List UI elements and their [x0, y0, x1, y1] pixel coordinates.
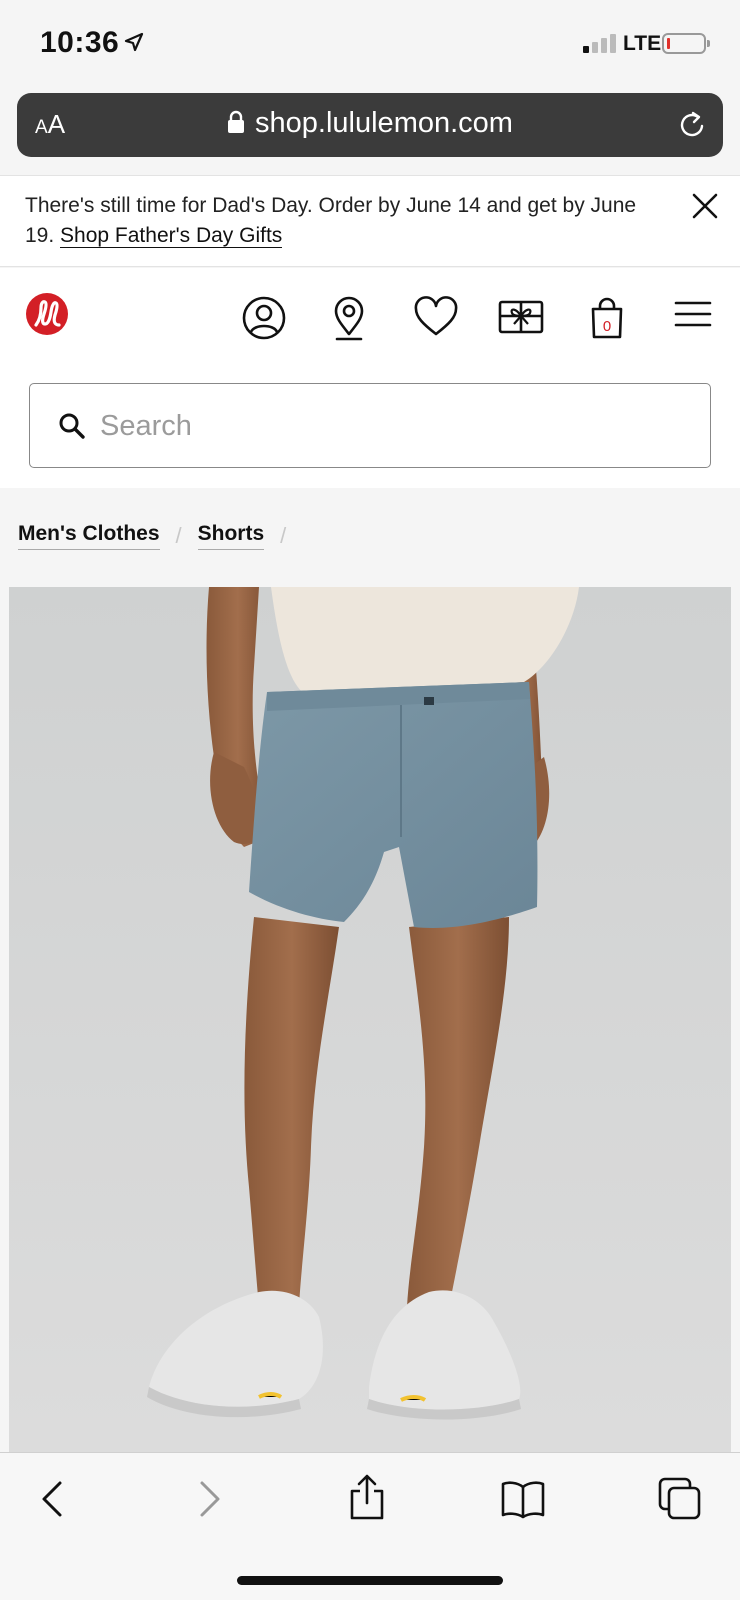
- battery-icon: [662, 33, 710, 54]
- promo-text: There's still time for Dad's Day. Order …: [25, 191, 665, 251]
- lock-icon: [228, 110, 245, 133]
- share-icon[interactable]: [348, 1473, 386, 1521]
- reload-icon[interactable]: [677, 109, 707, 141]
- breadcrumb-mens-clothes[interactable]: Men's Clothes: [18, 522, 160, 550]
- status-time: 10:36: [40, 26, 120, 59]
- status-bar: 10:36 LTE: [0, 0, 740, 88]
- breadcrumb: Men's Clothes / Shorts /: [18, 522, 302, 550]
- tabs-icon[interactable]: [658, 1477, 702, 1521]
- forward-icon[interactable]: [198, 1479, 222, 1519]
- product-photo-shorts: [9, 587, 731, 1452]
- breadcrumb-separator: /: [175, 523, 182, 548]
- url-display[interactable]: shop.lululemon.com: [17, 107, 723, 140]
- home-indicator: [237, 1576, 503, 1585]
- wishlist-icon[interactable]: [413, 296, 459, 338]
- location-arrow-icon: [124, 32, 144, 52]
- signal-strength-icon: [583, 34, 616, 53]
- search-input[interactable]: [100, 406, 680, 446]
- bookmarks-icon[interactable]: [500, 1479, 546, 1519]
- breadcrumb-separator: /: [280, 523, 287, 548]
- breadcrumb-shorts[interactable]: Shorts: [197, 522, 265, 550]
- menu-icon[interactable]: [674, 300, 712, 328]
- close-icon[interactable]: [692, 193, 718, 219]
- bag-count: 0: [602, 318, 612, 335]
- search-box[interactable]: [29, 383, 711, 468]
- gift-card-icon[interactable]: [498, 296, 544, 336]
- store-locator-icon[interactable]: [332, 296, 366, 342]
- url-text: shop.lululemon.com: [255, 107, 513, 139]
- shop-fathers-day-link[interactable]: Shop Father's Day Gifts: [60, 224, 283, 248]
- promo-banner: There's still time for Dad's Day. Order …: [0, 175, 740, 267]
- product-image[interactable]: [9, 587, 731, 1452]
- account-icon[interactable]: [242, 296, 286, 340]
- shopping-bag-icon[interactable]: 0: [590, 296, 624, 340]
- address-bar[interactable]: AA shop.lululemon.com: [17, 93, 723, 157]
- lululemon-logo[interactable]: [25, 292, 69, 336]
- network-type: LTE: [623, 32, 662, 55]
- search-icon: [59, 413, 85, 439]
- back-icon[interactable]: [40, 1479, 64, 1519]
